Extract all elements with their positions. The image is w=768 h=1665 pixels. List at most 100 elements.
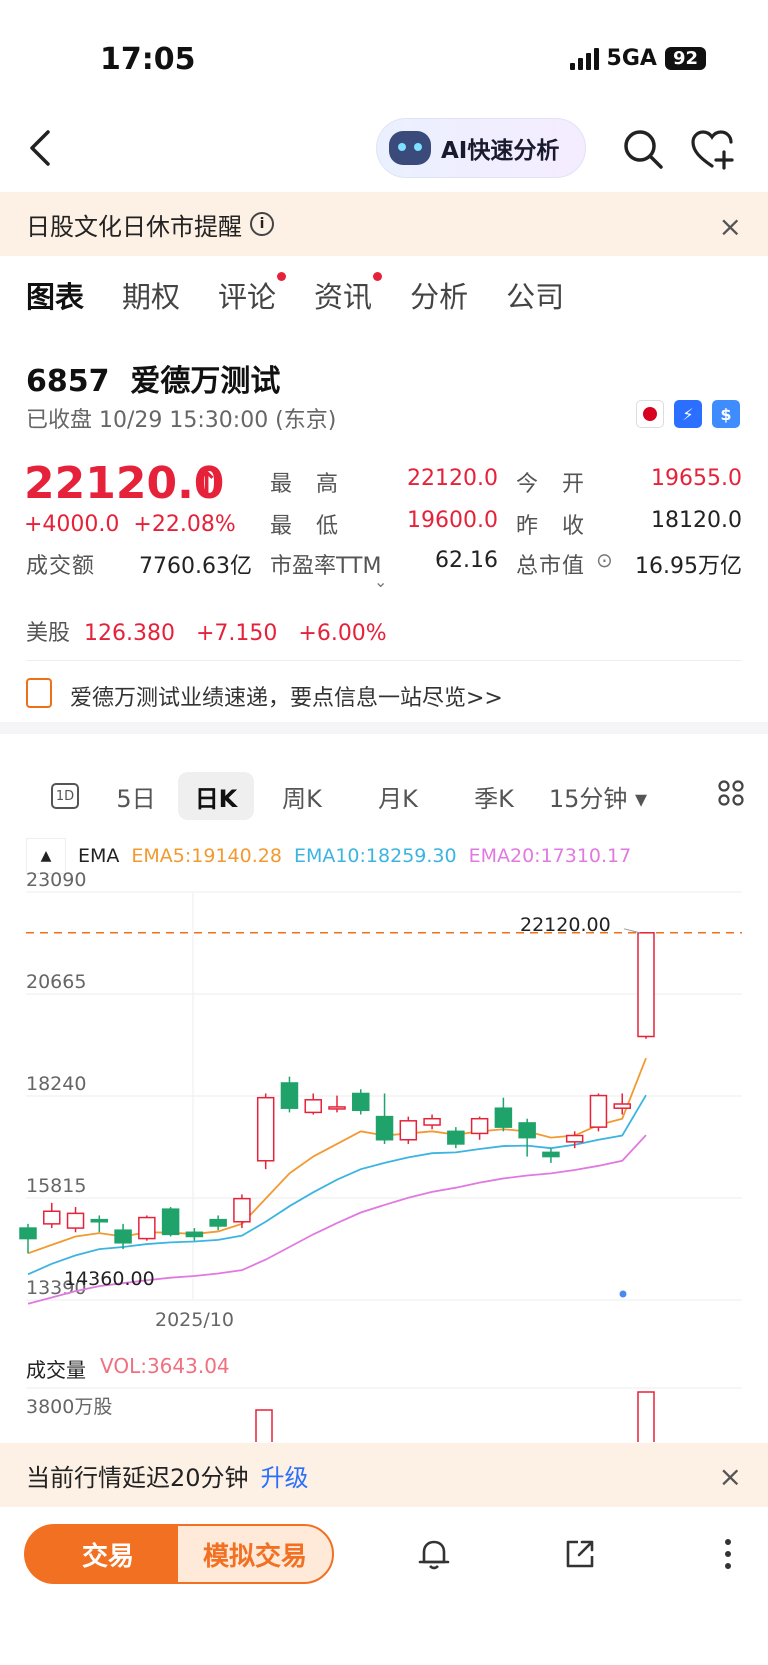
ema5-value: EMA5:19140.28 [131,845,282,867]
stock-code: 6857 [26,364,110,399]
low-label: 最 低 [270,514,340,539]
stock-title: 6857 爱德万测试 [26,356,280,400]
upgrade-link[interactable]: 升级 [261,1458,309,1493]
more-icon[interactable] [716,1534,740,1574]
tab-3[interactable]: 资讯 [314,272,383,316]
candle-body [589,1094,608,1128]
candle-body [352,1092,370,1112]
tab-0[interactable]: 图表 [26,274,85,322]
status-indicators: 5GA 92 [569,46,706,71]
share-icon[interactable] [562,1536,598,1572]
candle-body [518,1122,536,1139]
collapse-icon[interactable]: ▲ [26,838,66,874]
ema20-value: EMA20:17310.17 [468,845,632,867]
y-tick-label: 20665 [26,971,86,993]
tab-2[interactable]: 评论 [218,272,287,316]
section-separator [0,722,768,734]
max-label: 22120.00 [520,914,611,936]
y-tick-label: 18240 [26,1073,86,1095]
period-1d-icon: 1D [51,783,79,809]
simulated-trade-button[interactable]: 模拟交易 [176,1524,334,1584]
event-marker [619,1290,627,1298]
back-icon[interactable] [22,128,62,168]
ema-label[interactable]: EMA [78,845,119,867]
tab-1[interactable]: 期权 [122,274,180,316]
tab-5[interactable]: 公司 [506,274,564,316]
earnings-report-link[interactable]: 爱德万测试业绩速递，要点信息一站尽览>> [70,680,503,712]
more-circle-icon[interactable]: ⊙ [596,548,613,572]
us-price: 126.380 [84,621,175,646]
period-tab-0[interactable]: 1D [36,772,94,820]
change-percent: +22.08% [133,512,236,537]
prev-close-label: 昨 收 [516,514,586,539]
tab-label: 公司 [506,280,565,314]
holiday-notice-text: 日股文化日休市提醒 [26,212,242,241]
candle-body [185,1231,204,1238]
candle-body [328,1106,346,1110]
candle-body [399,1120,418,1141]
ema10-value: EMA10:18259.30 [293,845,457,867]
open-label: 今 开 [516,472,586,497]
delay-notice-banner: 当前行情延迟20分钟 升级 [0,1443,768,1507]
add-favorite-icon[interactable] [690,128,736,170]
trade-button[interactable]: 交易 [24,1524,192,1584]
candle-body [209,1218,227,1227]
search-icon[interactable] [622,128,664,170]
us-quote-row[interactable]: 美股 126.380 +7.150 +6.00% [26,615,387,647]
candle-body [233,1197,251,1223]
period-tab-5[interactable]: 季K [446,772,542,820]
close-icon[interactable]: × [719,1460,742,1493]
stock-name: 爱德万测试 [130,364,281,399]
open-value: 19655.0 [651,466,742,491]
period-tab-4[interactable]: 月K [350,772,446,820]
candle-body [304,1099,322,1114]
delay-notice-text: 当前行情延迟20分钟 [26,1463,249,1492]
ema10-line [27,1094,647,1276]
y-tick-label: 15815 [26,1175,86,1197]
turnover-label: 成交额 [26,554,96,579]
pe-label: 市盈率TTM [270,554,382,579]
close-icon[interactable]: × [719,210,742,243]
holiday-notice-banner[interactable]: 日股文化日休市提醒 i [0,192,768,256]
candle-body [90,1218,109,1223]
period-tab-6[interactable]: 15分钟 ▾ [542,772,654,820]
candle-body [161,1208,180,1236]
candle-body [43,1210,61,1225]
ema-legend: ▲ EMA EMA5:19140.28 EMA10:18259.30 EMA20… [26,838,631,874]
signal-icon [569,47,599,70]
low-value: 19600.0 [407,508,498,533]
info-icon[interactable]: i [250,212,274,236]
period-tab-1[interactable]: 5日 [94,772,178,820]
ai-analysis-label: AI快速分析 [441,138,560,164]
volume-axis-label: 3800万股 [26,1396,113,1418]
candle-body [637,932,655,1038]
min-label: 14360.00 [64,1268,155,1290]
expand-chevron-icon[interactable]: ⌄ [374,572,387,591]
candle-body [494,1107,513,1128]
period-tab-2[interactable]: 日K [178,772,254,820]
prev-close-value: 18120.0 [651,508,742,533]
candle-body [375,1115,394,1141]
volume-bar [637,1391,655,1442]
japan-flag-icon [636,400,664,428]
candle-body [138,1216,156,1240]
candle-body [280,1082,299,1109]
pe-value: 62.16 [435,548,498,573]
lightning-icon[interactable]: ⚡ [674,400,702,428]
section-tabs: 图表 期权 评论 资讯 分析 公司 [26,272,564,322]
period-tab-3[interactable]: 周K [254,772,350,820]
dollar-icon[interactable]: $ [712,400,740,428]
us-change: +7.150 [195,621,278,646]
candle-body [613,1103,631,1109]
candle-body [19,1227,37,1240]
tab-4[interactable]: 分析 [410,274,468,316]
market-cap-label: 总市值 [516,554,586,579]
grid-icon[interactable] [718,780,744,806]
us-label: 美股 [26,621,71,646]
tab-label: 分析 [410,280,469,314]
volume-value: VOL:3643.04 [100,1354,230,1378]
up-arrow-icon: ↑ [194,466,220,501]
candle-body [447,1130,465,1145]
price-alert-bell-icon[interactable] [416,1536,452,1572]
ai-analysis-button[interactable]: AI快速分析 [376,118,586,178]
